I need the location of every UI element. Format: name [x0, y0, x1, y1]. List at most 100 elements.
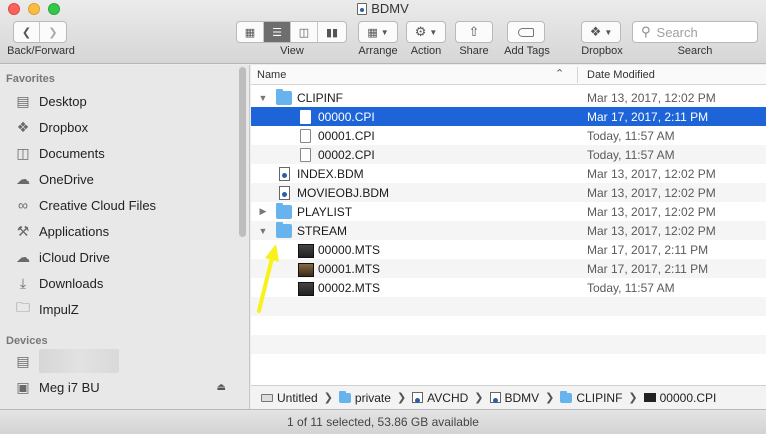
column-date-header[interactable]: Date Modified — [587, 69, 655, 81]
dropbox-label: Dropbox — [581, 45, 623, 57]
chevron-down-icon: ▼ — [380, 27, 389, 37]
column-divider[interactable] — [577, 67, 578, 83]
file-row-00000-mts[interactable]: 00000.MTS Mar 17, 2017, 2:11 PM — [251, 240, 766, 259]
sidebar-item-impulz[interactable]: 🗀 ImpulZ — [0, 296, 240, 322]
icon-view-button[interactable]: ▦ — [237, 22, 264, 42]
documents-icon: ◫ — [16, 144, 30, 161]
disclosure-triangle-open-icon[interactable]: ▼ — [258, 93, 268, 103]
share-label: Share — [459, 45, 489, 57]
arrange-button[interactable]: ▦ ▼ — [358, 21, 398, 43]
sidebar-scrollbar[interactable] — [239, 67, 246, 237]
sidebar-item-creative-cloud[interactable]: ∞ Creative Cloud Files — [0, 192, 240, 218]
folder-icon — [338, 390, 351, 403]
window-title: BDMV — [0, 1, 766, 16]
file-row-00000-cpi[interactable]: 00000.CPI Mar 17, 2017, 2:11 PM — [251, 107, 766, 126]
list-view-button[interactable]: ☰ — [264, 22, 291, 42]
sidebar-item-applications[interactable]: ⚒ Applications — [0, 218, 240, 244]
path-separator-icon: ❯ — [628, 392, 638, 404]
sidebar-item-downloads[interactable]: ⤓ Downloads — [0, 270, 240, 296]
path-item-00000-cpi[interactable]: 00000.CPI — [643, 391, 716, 405]
video-thumbnail-icon — [298, 282, 314, 296]
file-list: Name ⌃ Date Modified ▼ CLIPINF Mar 13, 2… — [251, 65, 766, 385]
path-separator-icon: ❯ — [474, 392, 484, 404]
search-placeholder: Search — [656, 24, 698, 40]
empty-row — [251, 297, 766, 316]
path-item-bdmv[interactable]: BDMV — [489, 391, 539, 405]
share-button[interactable]: ⇧ — [455, 21, 493, 43]
action-button[interactable]: ⚙ ▼ — [406, 21, 446, 43]
columns-icon: ◫ — [298, 26, 310, 39]
path-item-untitled[interactable]: Untitled — [261, 391, 318, 405]
dropbox-icon: ❖ — [16, 118, 30, 135]
list-icon: ☰ — [272, 26, 282, 39]
chevron-down-icon: ▼ — [604, 27, 613, 37]
dropbox-icon: ❖ — [589, 24, 602, 39]
bdmv-document-icon — [489, 392, 501, 403]
document-icon — [300, 147, 311, 162]
cover-flow-icon: ▮▮ — [325, 26, 339, 39]
sidebar-item-computer[interactable]: ▤ — [0, 348, 240, 374]
action-label: Action — [410, 45, 442, 57]
view-label: View — [280, 45, 304, 57]
empty-row — [251, 335, 766, 354]
file-row-00002-mts[interactable]: 00002.MTS Today, 11:57 AM — [251, 278, 766, 297]
file-row-00001-mts[interactable]: 00001.MTS Mar 17, 2017, 2:11 PM — [251, 259, 766, 278]
bdmv-document-icon — [412, 392, 424, 403]
favorites-header: Favorites — [6, 73, 55, 85]
path-separator-icon: ❯ — [396, 392, 407, 404]
computer-icon: ▤ — [16, 352, 30, 369]
grid-icon: ▦ — [244, 26, 256, 39]
column-view-button[interactable]: ◫ — [291, 22, 318, 42]
file-row-index-bdm[interactable]: INDEX.BDM Mar 13, 2017, 12:02 PM — [251, 164, 766, 183]
toolbar: BDMV ❮ ❯ Back/Forward ▦ ☰ ◫ ▮▮ View ▦ ▼ A… — [0, 0, 766, 64]
bdm-document-icon — [279, 166, 290, 181]
sidebar-item-dropbox[interactable]: ❖ Dropbox — [0, 114, 240, 140]
view-mode-control: ▦ ☰ ◫ ▮▮ — [236, 21, 347, 43]
gear-icon: ⚙ — [414, 24, 427, 39]
path-bar: Untitled ❯ private ❯ AVCHD ❯ BDMV ❯ CLIP… — [251, 385, 766, 409]
search-field[interactable]: ⚲ Search — [632, 21, 758, 43]
folder-icon — [276, 202, 292, 219]
file-icon — [643, 393, 656, 402]
devices-header: Devices — [6, 335, 48, 347]
drive-icon: ▣ — [16, 378, 30, 395]
back-forward-label: Back/Forward — [7, 45, 75, 57]
search-label: Search — [677, 45, 713, 57]
desktop-icon: ▤ — [16, 92, 30, 109]
path-item-clipinf[interactable]: CLIPINF — [560, 390, 622, 405]
forward-button[interactable]: ❯ — [40, 22, 66, 42]
empty-row — [251, 354, 766, 373]
file-row-00002-cpi[interactable]: 00002.CPI Today, 11:57 AM — [251, 145, 766, 164]
sidebar-item-desktop[interactable]: ▤ Desktop — [0, 88, 240, 114]
disclosure-triangle-closed-icon[interactable]: ▶ — [258, 206, 268, 217]
drive-icon — [261, 393, 273, 402]
yellow-annotation-arrow-icon — [257, 244, 279, 313]
sidebar-item-meg-i7-bu[interactable]: ▣ Meg i7 BU ⏏ — [0, 374, 240, 400]
cover-flow-button[interactable]: ▮▮ — [318, 22, 346, 42]
sort-ascending-icon: ⌃ — [555, 68, 565, 80]
eject-icon[interactable]: ⏏ — [217, 382, 226, 393]
dropbox-button[interactable]: ❖ ▼ — [581, 21, 621, 43]
back-button[interactable]: ❮ — [14, 22, 40, 42]
arrange-label: Arrange — [358, 45, 398, 57]
sidebar-item-icloud-drive[interactable]: ☁ iCloud Drive — [0, 244, 240, 270]
add-tags-button[interactable] — [507, 21, 545, 43]
path-separator-icon: ❯ — [545, 392, 555, 404]
cloud-icon: ☁ — [16, 170, 30, 187]
file-row-00001-cpi[interactable]: 00001.CPI Today, 11:57 AM — [251, 126, 766, 145]
path-item-private[interactable]: private — [338, 390, 391, 405]
file-row-clipinf[interactable]: ▼ CLIPINF Mar 13, 2017, 12:02 PM — [251, 88, 766, 107]
file-row-movieobj-bdm[interactable]: MOVIEOBJ.BDM Mar 13, 2017, 12:02 PM — [251, 183, 766, 202]
disclosure-triangle-open-icon[interactable]: ▼ — [258, 226, 268, 236]
sidebar-item-documents[interactable]: ◫ Documents — [0, 140, 240, 166]
path-item-avchd[interactable]: AVCHD — [412, 391, 468, 405]
applications-icon: ⚒ — [16, 222, 30, 239]
file-row-playlist[interactable]: ▶ PLAYLIST Mar 13, 2017, 12:02 PM — [251, 202, 766, 221]
bdm-document-icon — [279, 185, 290, 200]
tag-icon — [518, 27, 534, 37]
folder-icon: 🗀 — [16, 299, 30, 315]
file-row-stream[interactable]: ▼ STREAM Mar 13, 2017, 12:02 PM — [251, 221, 766, 240]
sidebar-item-onedrive[interactable]: ☁ OneDrive — [0, 166, 240, 192]
chevron-left-icon: ❮ — [21, 26, 32, 39]
column-name-header[interactable]: Name — [257, 69, 286, 81]
